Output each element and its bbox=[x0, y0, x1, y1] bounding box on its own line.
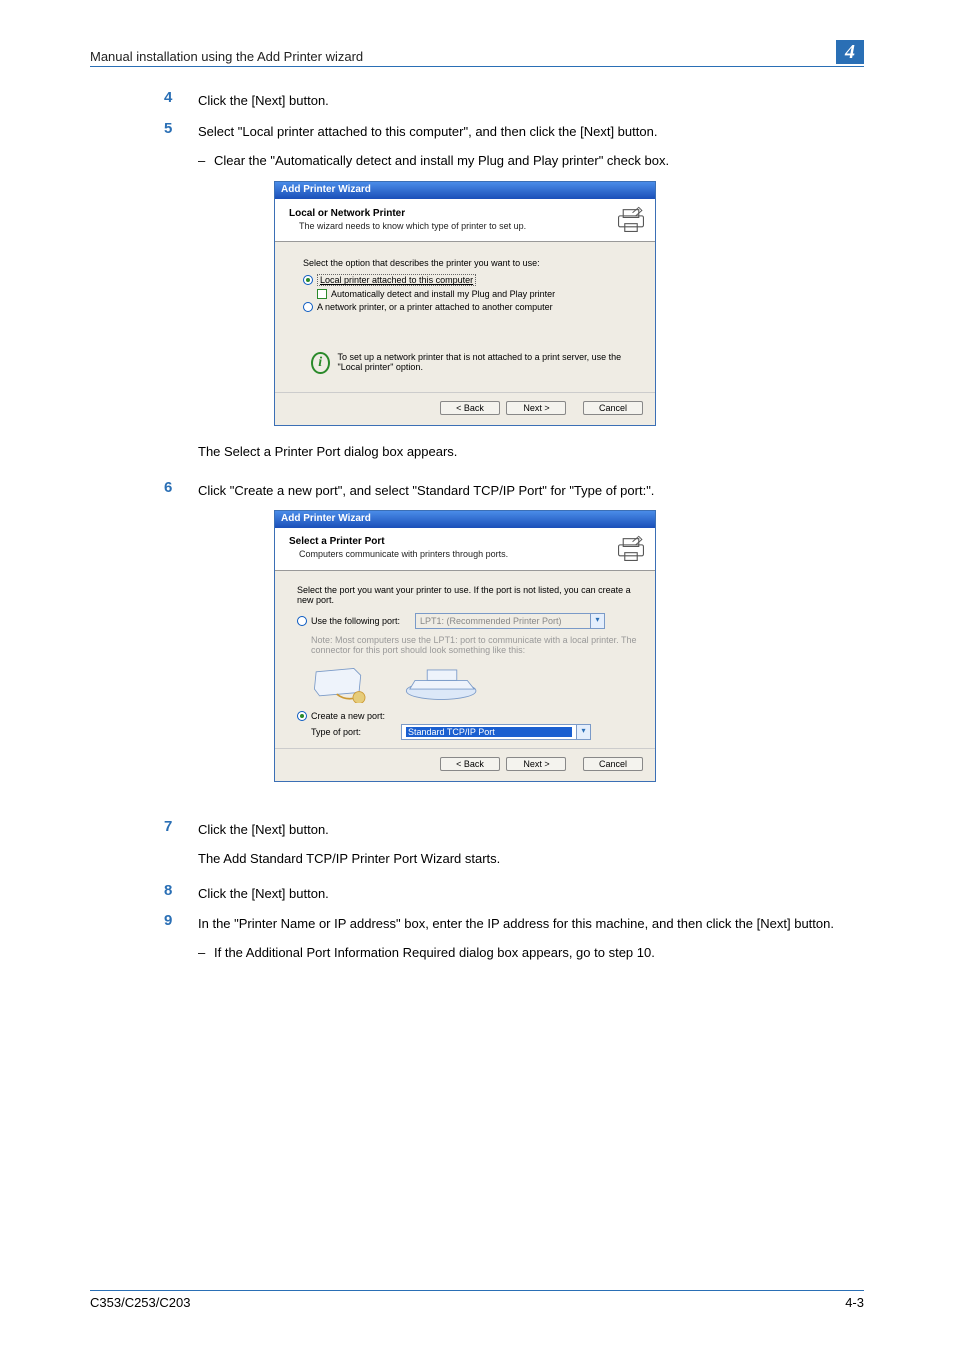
chevron-down-icon: ▾ bbox=[590, 614, 604, 628]
step-7: 7 Click the [Next] button. bbox=[164, 818, 864, 841]
dialog-intro: Select the port you want your printer to… bbox=[297, 585, 637, 605]
dialog-body: Select the port you want your printer to… bbox=[275, 571, 655, 748]
back-button[interactable]: < Back bbox=[440, 401, 500, 415]
step-number: 6 bbox=[164, 479, 198, 496]
cancel-button[interactable]: Cancel bbox=[583, 757, 643, 771]
step-text: In the "Printer Name or IP address" box,… bbox=[198, 912, 864, 935]
info-text: To set up a network printer that is not … bbox=[338, 352, 638, 372]
dialog-header: Local or Network Printer The wizard need… bbox=[275, 199, 655, 242]
connector-images bbox=[311, 663, 637, 703]
step-number: 7 bbox=[164, 818, 198, 835]
dialog-body: Select the option that describes the pri… bbox=[275, 242, 655, 392]
step-number: 9 bbox=[164, 912, 198, 929]
step-8: 8 Click the [Next] button. bbox=[164, 882, 864, 905]
step-5-bullet: –Clear the "Automatically detect and ins… bbox=[198, 151, 864, 172]
radio-local-printer[interactable]: Local printer attached to this computer bbox=[303, 274, 637, 286]
step-text: Click the [Next] button. bbox=[198, 818, 864, 841]
radio-icon bbox=[303, 275, 313, 285]
next-button[interactable]: Next > bbox=[506, 401, 566, 415]
connector-parallel-icon bbox=[311, 663, 371, 703]
step-5-result: The Select a Printer Port dialog box app… bbox=[198, 442, 864, 463]
back-button[interactable]: < Back bbox=[440, 757, 500, 771]
dialog-intro: Select the option that describes the pri… bbox=[303, 258, 637, 268]
checkbox-auto-detect[interactable]: Automatically detect and install my Plug… bbox=[317, 289, 637, 299]
dialog-titlebar: Add Printer Wizard bbox=[275, 511, 655, 528]
dialog-head-subtitle: The wizard needs to know which type of p… bbox=[289, 221, 615, 231]
dialog-select-port: Add Printer Wizard Select a Printer Port… bbox=[274, 510, 656, 782]
radio-network-printer[interactable]: A network printer, or a printer attached… bbox=[303, 302, 637, 312]
radio-label: A network printer, or a printer attached… bbox=[317, 302, 553, 312]
radio-use-following-port[interactable]: Use the following port: LPT1: (Recommend… bbox=[297, 613, 637, 629]
header-title: Manual installation using the Add Printe… bbox=[90, 49, 363, 64]
dialog-head-subtitle: Computers communicate with printers thro… bbox=[289, 549, 615, 559]
radio-label: Use the following port: bbox=[311, 616, 411, 626]
step-4: 4 Click the [Next] button. bbox=[164, 89, 864, 112]
next-button[interactable]: Next > bbox=[506, 757, 566, 771]
dialog-titlebar: Add Printer Wizard bbox=[275, 182, 655, 199]
step-5: 5 Select "Local printer attached to this… bbox=[164, 120, 864, 143]
info-icon: i bbox=[311, 352, 330, 374]
radio-label: Local printer attached to this computer bbox=[317, 274, 476, 286]
checkbox-icon bbox=[317, 289, 327, 299]
step-text: Select "Local printer attached to this c… bbox=[198, 120, 864, 143]
step-7-result: The Add Standard TCP/IP Printer Port Wiz… bbox=[198, 849, 864, 870]
step-6: 6 Click "Create a new port", and select … bbox=[164, 479, 864, 502]
radio-icon bbox=[303, 302, 313, 312]
checkbox-label: Automatically detect and install my Plug… bbox=[331, 289, 555, 299]
bullet-text: If the Additional Port Information Requi… bbox=[214, 945, 655, 960]
dialog-head-title: Local or Network Printer bbox=[289, 208, 615, 219]
port-note: Note: Most computers use the LPT1: port … bbox=[311, 635, 637, 655]
step-9-bullet: –If the Additional Port Information Requ… bbox=[198, 943, 864, 964]
type-of-port-combo[interactable]: Standard TCP/IP Port ▾ bbox=[401, 724, 591, 740]
add-printer-wizard-dialog-2: Add Printer Wizard Select a Printer Port… bbox=[274, 510, 656, 782]
step-text: Click the [Next] button. bbox=[198, 882, 864, 905]
radio-icon bbox=[297, 616, 307, 626]
dialog-local-or-network: Add Printer Wizard Local or Network Prin… bbox=[274, 181, 656, 426]
page-header: Manual installation using the Add Printe… bbox=[90, 40, 864, 67]
cancel-button[interactable]: Cancel bbox=[583, 401, 643, 415]
type-of-port-label: Type of port: bbox=[311, 727, 401, 737]
info-note: i To set up a network printer that is no… bbox=[311, 352, 637, 374]
step-text: Click "Create a new port", and select "S… bbox=[198, 479, 864, 502]
chapter-number-box: 4 bbox=[836, 40, 864, 64]
footer-page: 4-3 bbox=[845, 1295, 864, 1310]
page-footer: C353/C253/C203 4-3 bbox=[90, 1290, 864, 1310]
chevron-down-icon: ▾ bbox=[576, 725, 590, 739]
step-number: 4 bbox=[164, 89, 198, 106]
add-printer-wizard-dialog-1: Add Printer Wizard Local or Network Prin… bbox=[274, 181, 656, 426]
type-of-port-row: Type of port: Standard TCP/IP Port ▾ bbox=[311, 724, 637, 740]
step-9: 9 In the "Printer Name or IP address" bo… bbox=[164, 912, 864, 935]
content-area: 4 Click the [Next] button. 5 Select "Loc… bbox=[164, 89, 864, 964]
radio-icon bbox=[297, 711, 307, 721]
step-number: 8 bbox=[164, 882, 198, 899]
combo-value: LPT1: (Recommended Printer Port) bbox=[420, 616, 586, 626]
printer-icon bbox=[615, 205, 647, 233]
step-text: Click the [Next] button. bbox=[198, 89, 864, 112]
dialog-header: Select a Printer Port Computers communic… bbox=[275, 528, 655, 571]
port-combo: LPT1: (Recommended Printer Port) ▾ bbox=[415, 613, 605, 629]
dialog-head-title: Select a Printer Port bbox=[289, 536, 615, 547]
printer-icon bbox=[615, 534, 647, 562]
connector-printer-icon bbox=[397, 663, 487, 703]
step-number: 5 bbox=[164, 120, 198, 137]
radio-label: Create a new port: bbox=[311, 711, 385, 721]
footer-model: C353/C253/C203 bbox=[90, 1295, 190, 1310]
radio-create-new-port[interactable]: Create a new port: bbox=[297, 711, 637, 721]
bullet-text: Clear the "Automatically detect and inst… bbox=[214, 153, 669, 168]
dialog-footer: < Back Next > Cancel bbox=[275, 748, 655, 781]
combo-value: Standard TCP/IP Port bbox=[406, 727, 572, 737]
dialog-footer: < Back Next > Cancel bbox=[275, 392, 655, 425]
